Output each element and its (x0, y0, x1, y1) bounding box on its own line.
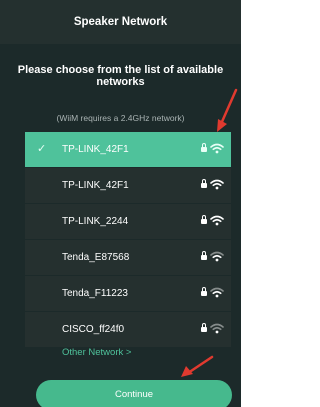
wifi-icon (210, 323, 224, 334)
lock-icon (201, 179, 207, 188)
header-bar: Speaker Network (0, 0, 241, 44)
network-ssid: Tenda_E87568 (62, 252, 130, 263)
wifi-icon (210, 143, 224, 154)
check-icon: ✓ (37, 143, 47, 155)
wifi-icon (210, 287, 224, 298)
continue-button-label: Continue (114, 389, 154, 400)
lock-icon (201, 287, 207, 296)
continue-button[interactable]: Continue (36, 380, 232, 407)
network-row[interactable]: ✓ TP-LINK_42F1 (25, 132, 231, 167)
instruction-text: Please choose from the list of available… (17, 64, 224, 88)
network-row[interactable]: Tenda_E87568 (25, 240, 231, 275)
lock-icon (201, 323, 207, 332)
annotation-arrow-icon (217, 88, 238, 132)
wifi-icon (210, 215, 224, 226)
network-ssid: Tenda_F11223 (62, 288, 128, 299)
lock-icon (201, 251, 207, 260)
network-ssid: TP-LINK_2244 (62, 216, 129, 227)
lock-icon (201, 143, 207, 152)
network-ssid: CISCO_ff24f0 (62, 324, 125, 335)
wifi-icon (210, 179, 224, 190)
wifi-icon (210, 251, 224, 262)
network-row[interactable]: Tenda_F11223 (25, 276, 231, 311)
page-title: Speaker Network (73, 16, 168, 28)
network-row[interactable]: TP-LINK_42F1 (25, 168, 231, 203)
speaker-network-screen: Speaker Network Please choose from the l… (0, 0, 241, 407)
network-ssid: TP-LINK_42F1 (62, 180, 129, 191)
lock-icon (201, 215, 207, 224)
network-ssid: TP-LINK_42F1 (62, 144, 129, 155)
network-requirement-note: (WiiM requires a 2.4GHz network) (56, 113, 185, 123)
network-row[interactable]: CISCO_ff24f0 (25, 312, 231, 347)
annotation-arrow-icon (181, 355, 214, 377)
other-network-link[interactable]: Other Network > (62, 347, 131, 358)
network-row[interactable]: TP-LINK_2244 (25, 204, 231, 239)
network-list: ✓ TP-LINK_42F1 TP-LINK_42F1 TP-LINK_2244 (25, 132, 231, 348)
